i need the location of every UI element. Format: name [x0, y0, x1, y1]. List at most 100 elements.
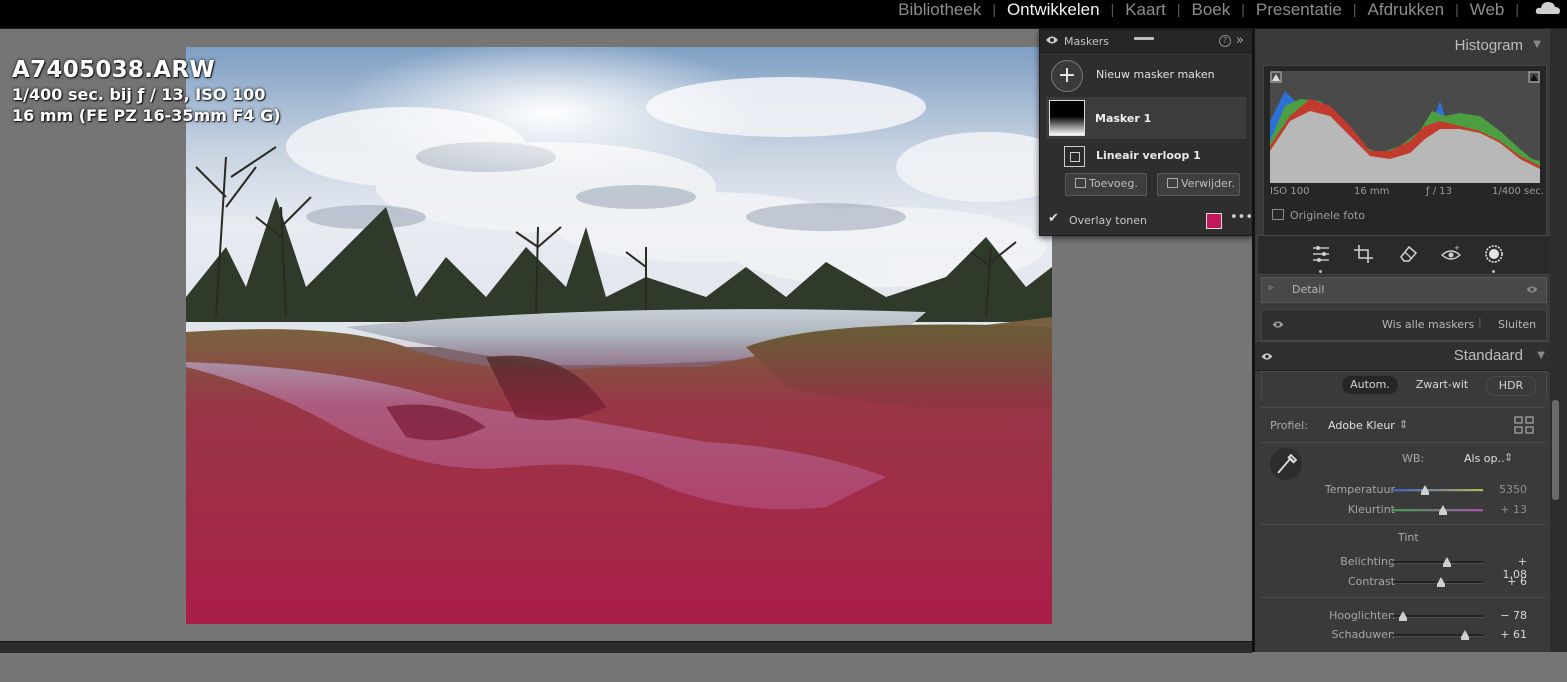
overlay-row: ✔ Overlay tonen •••: [1048, 210, 1253, 230]
histogram-graph[interactable]: [1270, 71, 1540, 183]
close-masks-button[interactable]: Sluiten: [1498, 318, 1536, 331]
slider-value[interactable]: 5350: [1491, 483, 1527, 496]
slider-track[interactable]: [1393, 577, 1483, 587]
slider-track[interactable]: [1393, 611, 1483, 621]
sliders-icon[interactable]: [1310, 244, 1332, 264]
module-ontwikkelen[interactable]: Ontwikkelen: [996, 1, 1111, 18]
eye-icon[interactable]: [1526, 285, 1538, 294]
dropdown-arrows-icon[interactable]: ⇕: [1399, 418, 1408, 431]
add-icon: [1075, 178, 1086, 188]
histogram-header[interactable]: Histogram ▼: [1255, 29, 1553, 61]
clear-all-masks-button[interactable]: Wis alle maskers: [1382, 318, 1474, 331]
collapse-triangle-icon[interactable]: ▼: [1537, 350, 1545, 361]
module-bar: Bibliotheek | Ontwikkelen | Kaart | Boek | P…: [0, 0, 1567, 28]
module-afdrukken[interactable]: Afdrukken: [1357, 1, 1456, 18]
new-mask-row[interactable]: + Nieuw masker maken: [1048, 59, 1248, 92]
module-separator: |: [1515, 1, 1519, 17]
auto-button[interactable]: Autom.: [1342, 376, 1398, 394]
new-mask-label[interactable]: Nieuw masker maken: [1096, 68, 1215, 81]
help-icon[interactable]: ?: [1219, 35, 1231, 47]
detail-label[interactable]: Detail: [1292, 283, 1324, 296]
mask-icon[interactable]: [1483, 244, 1505, 264]
original-photo-checkbox[interactable]: [1272, 209, 1284, 220]
overlay-label[interactable]: Overlay tonen: [1069, 214, 1147, 227]
slider-label: Schaduwen: [1331, 628, 1395, 641]
add-mask-icon[interactable]: +: [1051, 60, 1083, 92]
slider-knob[interactable]: [1420, 485, 1429, 495]
black-white-button[interactable]: Zwart-wit: [1406, 376, 1478, 394]
slider-knob[interactable]: [1461, 630, 1469, 640]
slider-belichting[interactable]: Belichting + 1,08: [1255, 553, 1545, 581]
active-tool-indicator: [1319, 270, 1322, 273]
mask-actions-row: Wis alle maskers | Sluiten: [1261, 309, 1547, 341]
dropdown-arrows-icon[interactable]: ⇕: [1504, 451, 1513, 464]
profile-browser-icon[interactable]: [1514, 416, 1534, 434]
slider-label: Contrast: [1347, 575, 1395, 588]
masks-panel-title: Maskers: [1064, 35, 1109, 48]
slider-track[interactable]: [1393, 630, 1483, 640]
remove-button[interactable]: Verwijder.: [1157, 173, 1240, 196]
slider-schaduwen[interactable]: Schaduwen + 61: [1255, 626, 1545, 644]
photo[interactable]: [186, 47, 1052, 624]
slider-value[interactable]: + 13: [1491, 503, 1527, 516]
redeye-icon[interactable]: +: [1440, 244, 1462, 264]
histogram[interactable]: ISO 100 16 mm ƒ / 13 1/400 sec. Originel…: [1263, 65, 1547, 237]
profile-dropdown[interactable]: Adobe Kleur: [1328, 419, 1395, 432]
crop-icon[interactable]: [1353, 244, 1375, 264]
shutter-value: 1/400 sec.: [1492, 186, 1545, 197]
wb-dropdown[interactable]: Als op..: [1464, 452, 1505, 465]
more-options-icon[interactable]: •••: [1230, 210, 1253, 225]
slider-temperatuur[interactable]: Temperatuur 5350: [1255, 481, 1545, 499]
mask-thumbnail[interactable]: [1049, 100, 1085, 136]
slider-track[interactable]: [1393, 557, 1483, 567]
eraser-icon[interactable]: [1397, 244, 1419, 264]
filmstrip-bar: [0, 641, 1252, 653]
slider-knob[interactable]: [1398, 611, 1407, 621]
standard-panel-header[interactable]: Standaard ▼: [1255, 341, 1553, 371]
histogram-meta: ISO 100 16 mm ƒ / 13 1/400 sec.: [1264, 186, 1546, 200]
standard-panel-title[interactable]: Standaard: [1454, 347, 1523, 364]
mask-component-name[interactable]: Lineair verloop 1: [1096, 149, 1201, 162]
eyedropper-icon[interactable]: [1269, 447, 1303, 481]
mask-name[interactable]: Masker 1: [1095, 112, 1151, 125]
masks-panel: Maskers ? » + Nieuw masker maken Masker …: [1039, 29, 1253, 236]
slider-label: Kleurtint: [1347, 503, 1395, 516]
eye-icon[interactable]: [1046, 35, 1058, 45]
eye-icon[interactable]: [1272, 320, 1284, 329]
scrollbar-thumb[interactable]: [1552, 400, 1559, 500]
original-photo-toggle[interactable]: Originele foto: [1272, 209, 1365, 222]
slider-value[interactable]: + 61: [1491, 628, 1527, 641]
slider-kleurtint[interactable]: Kleurtint + 13: [1255, 501, 1545, 519]
slider-knob[interactable]: [1438, 505, 1447, 515]
hdr-button[interactable]: HDR: [1486, 376, 1536, 396]
slider-value[interactable]: − 78: [1491, 609, 1527, 622]
eye-icon[interactable]: [1261, 352, 1273, 361]
collapse-triangle-icon[interactable]: ▼: [1533, 39, 1541, 50]
slider-hooglichten[interactable]: Hooglichten − 78: [1255, 607, 1545, 625]
module-presentatie[interactable]: Presentatie: [1245, 1, 1353, 18]
mask-item[interactable]: Masker 1: [1046, 97, 1246, 139]
module-kaart[interactable]: Kaart: [1114, 1, 1177, 18]
slider-value[interactable]: + 6: [1491, 575, 1527, 588]
drag-handle[interactable]: [1134, 37, 1154, 40]
add-button[interactable]: Toevoeg.: [1065, 173, 1147, 196]
mask-component-item[interactable]: Lineair verloop 1: [1064, 144, 1244, 168]
slider-knob[interactable]: [1436, 577, 1445, 587]
detail-panel-header[interactable]: ⫸ Detail: [1261, 277, 1547, 303]
slider-track[interactable]: [1393, 485, 1483, 495]
right-panel-scrollbar[interactable]: [1550, 29, 1567, 652]
panel-switch-icon[interactable]: ⫸: [1268, 282, 1274, 293]
slider-contrast[interactable]: Contrast + 6: [1255, 573, 1545, 591]
slider-track[interactable]: [1393, 505, 1483, 515]
masks-panel-header[interactable]: Maskers ? »: [1040, 30, 1252, 53]
original-photo-label[interactable]: Originele foto: [1290, 209, 1365, 222]
slider-knob[interactable]: [1443, 557, 1451, 567]
collapse-icon[interactable]: »: [1236, 33, 1244, 48]
module-bibliotheek[interactable]: Bibliotheek: [887, 1, 992, 18]
overlay-checkbox[interactable]: ✔: [1048, 211, 1059, 226]
module-boek[interactable]: Boek: [1180, 1, 1241, 18]
overlay-color-swatch[interactable]: [1206, 213, 1222, 229]
histogram-title[interactable]: Histogram: [1455, 37, 1523, 54]
module-web[interactable]: Web: [1459, 1, 1516, 18]
cloud-icon[interactable]: [1535, 0, 1561, 14]
